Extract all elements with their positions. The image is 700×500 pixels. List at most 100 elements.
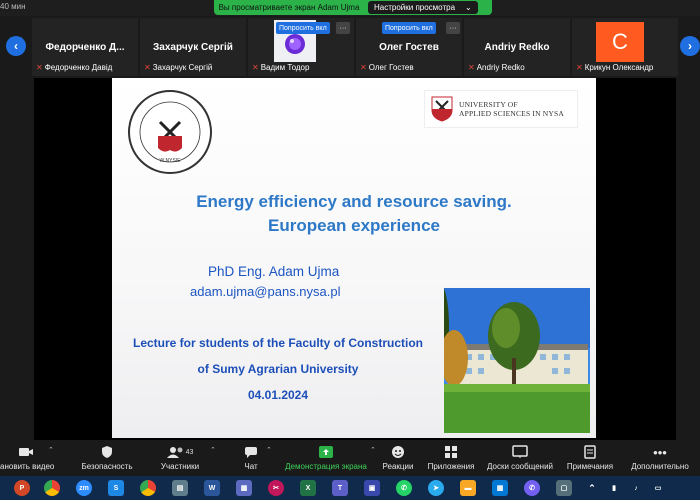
participant-name: Федорченко Д... — [45, 42, 125, 53]
mic-off-icon: ✕ — [360, 63, 367, 72]
participant-tile[interactable]: Andriy Redko ✕ Andriy Redko — [464, 18, 570, 76]
top-bar: 40 мин Вы просматриваете экран Adam Ujma… — [0, 0, 700, 16]
folder-icon[interactable]: ▬ — [460, 480, 476, 496]
more-options-button[interactable]: ··· — [336, 22, 350, 34]
whatsapp-icon[interactable]: ✆ — [396, 480, 412, 496]
mic-off-icon: ✕ — [576, 63, 583, 72]
request-video-button[interactable]: Попросить вкл — [276, 22, 330, 34]
share-banner-text: Вы просматриваете экран Adam Ujma — [218, 3, 360, 12]
excel-icon[interactable]: X — [300, 480, 316, 496]
slide-title-line2: European experience — [268, 216, 440, 235]
chat-icon — [236, 444, 266, 460]
participant-tile[interactable]: Федорченко Д... ✕ Федорченко Давід — [32, 18, 138, 76]
svg-text:W NYSIE: W NYSIE — [159, 158, 181, 164]
view-settings-label: Настройки просмотра — [374, 3, 456, 12]
zoom-window: 40 мин Вы просматриваете экран Adam Ujma… — [0, 0, 700, 500]
request-video-button[interactable]: Попросить вкл — [382, 22, 436, 34]
participant-tile[interactable]: C ✕ Крикун Олександр — [572, 18, 678, 76]
share-screen-button[interactable]: Демонстрация экрана — [282, 444, 370, 471]
notes-icon — [566, 444, 614, 460]
chevron-right-icon: › — [688, 39, 692, 53]
store-icon[interactable]: ▦ — [492, 480, 508, 496]
share-screen-icon — [282, 444, 370, 460]
participants-icon: 43 — [152, 444, 208, 460]
participant-label: ✕ Захарчук Сергій — [144, 63, 213, 72]
reactions-icon — [378, 444, 418, 460]
gallery-next-button[interactable]: › — [680, 36, 700, 56]
chevron-left-icon: ‹ — [14, 39, 18, 53]
gallery-prev-button[interactable]: ‹ — [6, 36, 26, 56]
university-shield-icon — [431, 96, 453, 122]
mic-off-icon: ✕ — [252, 63, 259, 72]
slide-title-line1: Energy efficiency and resource saving. — [196, 192, 512, 211]
notes-button[interactable]: Примечания — [566, 444, 614, 471]
meeting-toolbar: ановить видео ⌃ Безопасность 43 Участник… — [0, 440, 700, 476]
share-banner: Вы просматриваете экран Adam Ujma Настро… — [214, 0, 492, 15]
participant-tile[interactable]: Захарчук Сергій ✕ Захарчук Сергій — [140, 18, 246, 76]
share-options-caret[interactable]: ⌃ — [370, 446, 376, 454]
campus-photo — [444, 288, 590, 433]
network-icon[interactable]: ▮ — [606, 480, 622, 496]
participant-label: ✕ Федорченко Давід — [36, 63, 113, 72]
avatar: C — [596, 22, 644, 62]
word-icon[interactable]: W — [204, 480, 220, 496]
volume-icon[interactable]: ♪ — [628, 480, 644, 496]
view-settings-button[interactable]: Настройки просмотра ⌄ — [368, 1, 478, 14]
video-button[interactable]: ановить видео — [0, 444, 54, 471]
security-button[interactable]: Безопасность — [76, 444, 138, 471]
apps-icon — [426, 444, 476, 460]
chat-button[interactable]: Чат — [236, 444, 266, 471]
apps-button[interactable]: Приложения — [426, 444, 476, 471]
campus-photo-graphic — [444, 288, 590, 433]
whiteboard-button[interactable]: Доски сообщений — [484, 444, 556, 471]
participant-tile[interactable]: Попросить вкл ··· ✕ Вадим Тодор — [248, 18, 354, 76]
participant-label: ✕ Олег Гостев — [360, 63, 414, 72]
participant-tile[interactable]: Попросить вкл ··· Олег Гостев ✕ Олег Гос… — [356, 18, 462, 76]
app-icon[interactable]: ▢ — [556, 480, 572, 496]
chat-options-caret[interactable]: ⌃ — [266, 446, 272, 454]
participants-options-caret[interactable]: ⌃ — [210, 446, 216, 454]
powerpoint-icon[interactable]: P — [14, 480, 30, 496]
zoom-icon[interactable]: zm — [76, 480, 92, 496]
seal-graphic: W NYSIE — [139, 101, 201, 164]
save-icon[interactable]: ▣ — [364, 480, 380, 496]
os-taskbar: P zm S ▤ W ▦ ✂ X T ▣ ✆ ➤ ▬ ▦ ✆ ▢ ⌃ ▮ ♪ ▭ — [0, 476, 700, 500]
participant-label: ✕ Вадим Тодор — [252, 63, 310, 72]
lecture-line1: Lecture for students of the Faculty of C… — [132, 336, 423, 350]
participant-name: Захарчук Сергій — [153, 42, 233, 53]
screenshot-icon[interactable]: ✂ — [268, 480, 284, 496]
viber-icon[interactable]: ✆ — [524, 480, 540, 496]
more-button[interactable]: ••• Дополнительно — [626, 444, 694, 472]
mic-off-icon: ✕ — [468, 63, 475, 72]
mic-off-icon: ✕ — [144, 63, 151, 72]
s-app-icon[interactable]: S — [108, 480, 124, 496]
file-manager-icon[interactable]: ▤ — [172, 480, 188, 496]
reactions-button[interactable]: Реакции — [378, 444, 418, 471]
participants-button[interactable]: 43 Участники — [152, 444, 208, 471]
academy-seal: W NYSIE — [128, 90, 212, 174]
lecture-line2: of Sumy Agrarian University — [197, 362, 359, 376]
camera-icon — [0, 444, 52, 460]
more-options-button[interactable]: ··· — [446, 22, 460, 34]
video-options-caret[interactable]: ⌃ — [48, 446, 54, 454]
participant-name: Олег Гостев — [379, 42, 439, 53]
chrome-icon[interactable] — [140, 480, 156, 496]
author-email: adam.ujma@pans.nysa.pl — [190, 284, 341, 299]
chrome-icon[interactable] — [44, 480, 60, 496]
teams-icon[interactable]: T — [332, 480, 348, 496]
telegram-icon[interactable]: ➤ — [428, 480, 444, 496]
participant-name: Andriy Redko — [484, 42, 550, 53]
participant-label: ✕ Крикун Олександр — [576, 63, 654, 72]
battery-icon[interactable]: ▭ — [650, 480, 666, 496]
participants-count: 43 — [185, 448, 194, 456]
tray-chevron-icon[interactable]: ⌃ — [584, 480, 600, 496]
university-logo: UNIVERSITY OF APPLIED SCIENCES IN NYSA — [424, 90, 578, 128]
meeting-timer: 40 мин — [0, 2, 26, 11]
presentation-slide: W NYSIE UNIVERSITY OF APPLIED SCIENCES I… — [112, 78, 596, 438]
mic-off-icon: ✕ — [36, 63, 43, 72]
folder-icon[interactable]: ▦ — [236, 480, 252, 496]
university-name: UNIVERSITY OF APPLIED SCIENCES IN NYSA — [459, 100, 565, 118]
lecture-date: 04.01.2024 — [247, 388, 309, 402]
whiteboard-icon — [484, 444, 556, 460]
more-icon: ••• — [653, 444, 667, 460]
